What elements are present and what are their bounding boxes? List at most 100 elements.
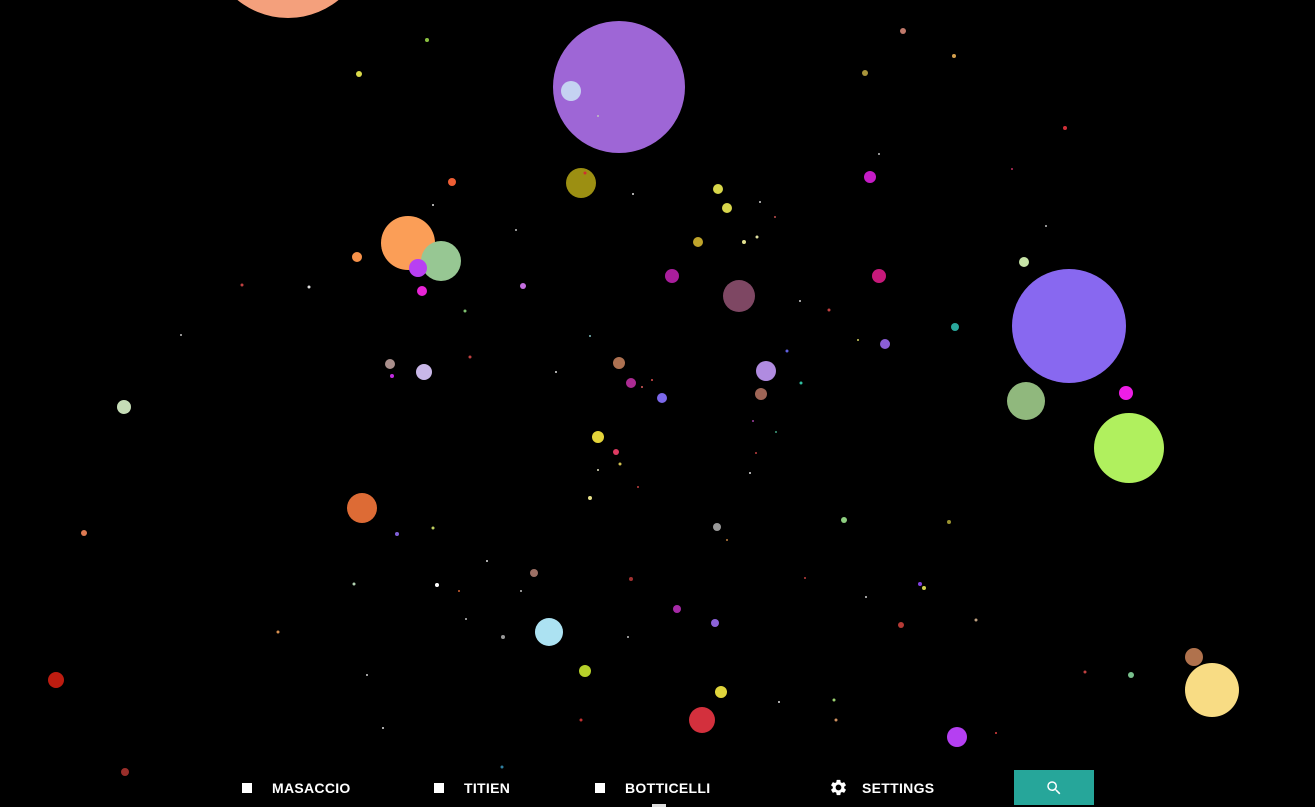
particle-dot <box>81 530 87 536</box>
particle-dot <box>180 334 182 336</box>
particle-dot <box>618 462 622 466</box>
particle-dot <box>555 371 557 373</box>
particle-dot <box>421 241 461 281</box>
particle-dot <box>626 378 636 388</box>
particle-dot <box>613 357 625 369</box>
particle-dot <box>722 203 732 213</box>
particle-dot <box>468 355 472 359</box>
particle-dot <box>778 701 780 703</box>
particle-dot <box>588 496 592 500</box>
particle-dot <box>657 393 667 403</box>
particle-dot <box>1128 672 1134 678</box>
particle-dot <box>458 590 460 592</box>
particle-dot <box>501 635 505 639</box>
particle-dot <box>48 672 64 688</box>
particle-dot <box>597 469 599 471</box>
particle-dot <box>613 449 619 455</box>
particle-dot <box>878 153 880 155</box>
particle-dot <box>307 285 311 289</box>
particle-dot <box>432 204 434 206</box>
square-icon <box>595 782 605 793</box>
particle-dot <box>834 718 838 722</box>
particle-dot <box>431 526 435 530</box>
particle-dot <box>356 71 362 77</box>
particle-dot <box>592 431 604 443</box>
particle-dot <box>872 269 886 283</box>
particle-dot <box>385 359 395 369</box>
particle-dot <box>1185 648 1203 666</box>
search-button[interactable] <box>1014 770 1094 805</box>
particle-dot <box>1007 382 1045 420</box>
particle-dot <box>880 339 890 349</box>
particle-dot <box>857 339 859 341</box>
particle-dot <box>583 171 587 175</box>
particle-dot <box>755 452 757 454</box>
particle-dot <box>641 386 643 388</box>
particle-dot <box>382 727 384 729</box>
particle-dot <box>566 168 596 198</box>
particle-dot <box>841 517 847 523</box>
particle-dot <box>435 583 439 587</box>
settings-button[interactable]: SETTINGS <box>829 768 934 807</box>
particle-dot <box>755 235 759 239</box>
particle-dot <box>627 636 629 638</box>
particle-dot <box>651 379 653 381</box>
particle-dot <box>579 665 591 677</box>
particle-dot <box>865 596 867 598</box>
particle-dot <box>715 686 727 698</box>
particle-dot <box>1012 269 1126 383</box>
particle-dot <box>799 300 801 302</box>
gear-icon <box>829 778 848 797</box>
particle-dot <box>756 361 776 381</box>
particle-dot <box>726 539 728 541</box>
particle-dot <box>561 81 581 101</box>
particle-dot <box>1063 126 1067 130</box>
particle-dot <box>465 618 467 620</box>
particle-dot <box>832 698 836 702</box>
particle-dot <box>589 335 591 337</box>
particle-dot <box>775 431 777 433</box>
particle-dot <box>1011 168 1013 170</box>
nav-item-masaccio[interactable]: MASACCIO <box>242 768 351 807</box>
particle-dot <box>898 622 904 628</box>
nav-item-botticelli[interactable]: BOTTICELLI <box>595 768 710 807</box>
particle-dot <box>352 252 362 262</box>
particle-dot <box>366 674 368 676</box>
particle-dot <box>1019 257 1029 267</box>
particle-dot <box>1083 670 1087 674</box>
particle-dot <box>486 560 488 562</box>
search-icon <box>1045 779 1063 797</box>
particle-dot <box>952 54 956 58</box>
particle-dot <box>723 280 755 312</box>
settings-label: SETTINGS <box>862 779 935 796</box>
particle-dot <box>390 374 394 378</box>
nav-item-titien[interactable]: TITIEN <box>434 768 510 807</box>
particle-dot <box>711 619 719 627</box>
particle-dot <box>713 523 721 531</box>
particle-canvas <box>48 0 1239 776</box>
particle-dot <box>515 229 517 231</box>
particle-dot <box>395 532 399 536</box>
particle-dot <box>689 707 715 733</box>
particle-dot <box>799 381 803 385</box>
particle-dot <box>520 283 526 289</box>
particle-dot <box>947 727 967 747</box>
particle-dot <box>752 420 754 422</box>
square-icon <box>242 782 252 793</box>
bottom-nav-bar: MASACCIO TITIEN BOTTICELLI SETTINGS <box>0 768 1315 807</box>
particle-dot <box>1094 413 1164 483</box>
particle-dot <box>755 388 767 400</box>
particle-dot <box>629 577 633 581</box>
particle-dot <box>237 0 339 18</box>
particle-dot <box>693 237 703 247</box>
particle-dot <box>463 309 467 313</box>
nav-item-label: MASACCIO <box>272 779 351 796</box>
particle-dot <box>1119 386 1133 400</box>
particle-dot <box>995 732 997 734</box>
nav-item-label: BOTTICELLI <box>625 779 711 796</box>
particle-dot <box>749 472 751 474</box>
particle-dot <box>774 216 776 218</box>
particle-dot <box>864 171 876 183</box>
particle-dot <box>1185 663 1239 717</box>
particle-dot <box>425 38 429 42</box>
